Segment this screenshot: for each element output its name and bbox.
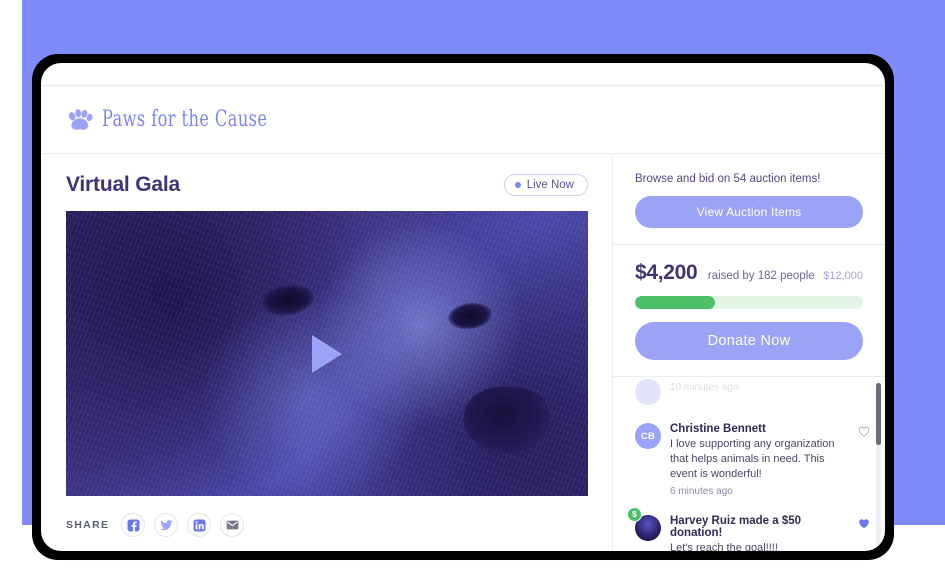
raised-by-label: raised by 182 people <box>707 270 815 282</box>
twitter-bird-icon <box>159 519 173 530</box>
comment-body: 10 minutes ago <box>670 379 871 405</box>
donate-wrap: Donate Now <box>635 309 863 360</box>
main-column: Virtual Gala Live Now SHARE <box>41 155 613 551</box>
dog-nose <box>464 387 550 453</box>
status-badge-live[interactable]: Live Now <box>503 174 588 196</box>
envelope-icon <box>226 520 239 530</box>
comment-text: Let's reach the goal!!!! <box>670 541 778 551</box>
raised-summary: $4,200 raised by 182 people $12,000 <box>635 261 863 285</box>
comment-item: 10 minutes ago <box>635 379 871 414</box>
progress-bar-track <box>635 296 863 309</box>
sidebar-column: Browse and bid on 54 auction items! View… <box>613 155 885 551</box>
comment-text: I love supporting any organization that … <box>670 438 835 481</box>
view-auction-items-button[interactable]: View Auction Items <box>635 196 863 228</box>
share-row: SHARE <box>66 513 588 537</box>
feed-scrollbar[interactable] <box>876 383 881 545</box>
donation-badge-icon: $ <box>627 506 642 522</box>
fundraising-block: $4,200 raised by 182 people $12,000 Dona… <box>613 245 885 377</box>
facebook-icon <box>127 519 140 531</box>
donate-now-button[interactable]: Donate Now <box>635 322 863 360</box>
auction-prompt: Browse and bid on 54 auction items! <box>635 173 821 185</box>
status-badge-label: Live Now <box>526 179 574 191</box>
facebook-share-button[interactable] <box>121 513 146 537</box>
comment-author: Harvey Ruiz made a $50 donation! <box>670 514 802 539</box>
share-label: SHARE <box>66 519 110 531</box>
avatar: CB <box>635 423 661 449</box>
video-player[interactable] <box>66 211 588 496</box>
feed-scrollbar-thumb[interactable] <box>876 383 881 445</box>
comment-body: Christine Bennett I love supporting any o… <box>670 423 848 497</box>
comment-item: CB Christine Bennett I love supporting any… <box>635 414 871 506</box>
avatar <box>635 379 661 405</box>
heart-outline-icon[interactable] <box>857 424 871 438</box>
browser-card: Paws for the Cause Virtual Gala Live Now <box>41 63 885 551</box>
comment-item: $ Harvey Ruiz made a $50 donation! Let's r… <box>627 506 871 551</box>
linkedin-icon <box>193 519 206 531</box>
comment-author: Christine Bennett <box>670 423 766 435</box>
linkedin-share-button[interactable] <box>187 513 212 537</box>
page-title: Virtual Gala <box>66 173 180 196</box>
play-button-icon[interactable] <box>312 334 342 373</box>
paw-print-icon <box>68 108 93 130</box>
comment-body: Harvey Ruiz made a $50 donation! Let's re… <box>670 515 848 551</box>
comment-feed: 10 minutes ago CB Christine Bennett I love … <box>613 377 885 551</box>
card-body: Virtual Gala Live Now SHARE Browse and b… <box>41 155 885 551</box>
live-dot-icon <box>514 182 521 188</box>
comment-timestamp: 10 minutes ago <box>670 382 739 393</box>
avatar: $ <box>627 506 661 541</box>
comment-timestamp: 6 minutes ago <box>670 485 733 497</box>
email-share-button[interactable] <box>220 513 245 537</box>
raised-text-group: $4,200 raised by 182 people <box>635 261 815 285</box>
twitter-share-button[interactable] <box>154 513 179 537</box>
event-title-row: Virtual Gala Live Now <box>66 173 588 197</box>
comment-list: 10 minutes ago CB Christine Bennett I love … <box>627 377 871 551</box>
auction-block: Browse and bid on 54 auction items! View… <box>613 155 885 245</box>
heart-filled-icon[interactable] <box>857 516 871 530</box>
goal-amount: $12,000 <box>823 270 863 282</box>
site-header: Paws for the Cause <box>41 86 885 154</box>
raised-amount: $4,200 <box>635 261 698 284</box>
progress-bar-fill <box>635 296 715 309</box>
brand-name: Paws for the Cause <box>102 107 268 132</box>
